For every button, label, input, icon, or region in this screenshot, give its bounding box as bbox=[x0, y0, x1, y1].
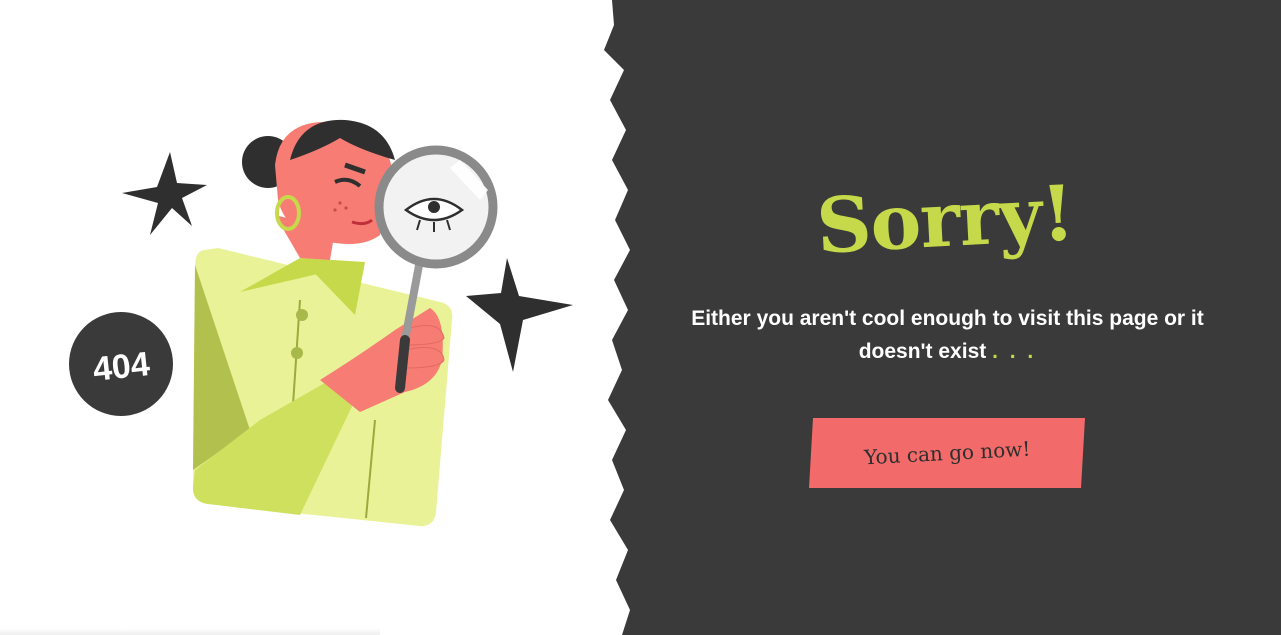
page-title: Sorry! bbox=[814, 168, 1076, 271]
error-message-text: Either you aren't cool enough to visit t… bbox=[691, 307, 1204, 363]
go-now-button[interactable]: You can go now! bbox=[809, 418, 1085, 488]
error-message: Either you aren't cool enough to visit t… bbox=[680, 302, 1215, 368]
ellipsis-dots: . . . bbox=[992, 340, 1037, 363]
